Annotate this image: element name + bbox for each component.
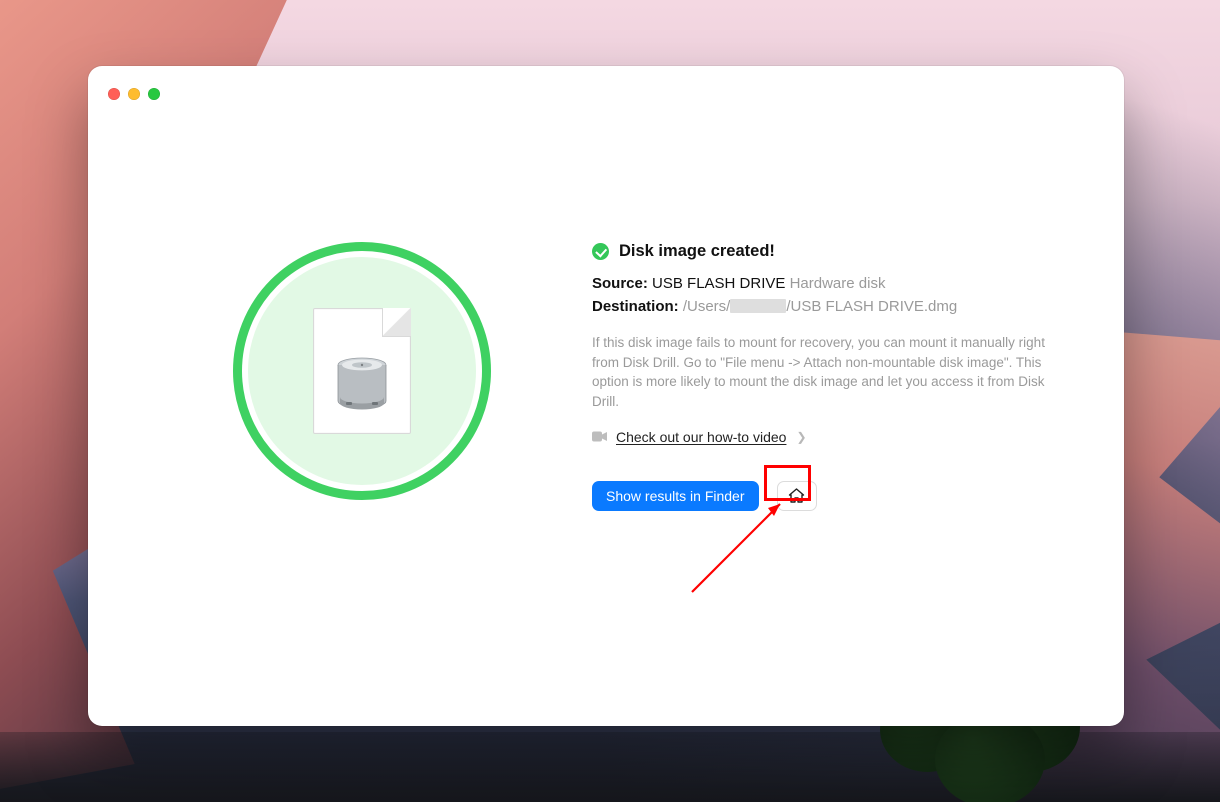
destination-path-prefix: /Users/: [683, 298, 731, 315]
status-title: Disk image created!: [619, 242, 775, 261]
video-camera-icon: [592, 429, 608, 445]
destination-row: Destination: /Users/ /USB FLASH DRIVE.dmg: [592, 298, 1064, 315]
hard-drive-icon: [336, 357, 388, 415]
disk-image-file-icon: [313, 308, 411, 434]
show-in-finder-button[interactable]: Show results in Finder: [592, 481, 759, 511]
howto-video-link[interactable]: Check out our how-to video: [616, 429, 786, 445]
help-text: If this disk image fails to mount for re…: [592, 333, 1062, 411]
destination-path-suffix: /USB FLASH DRIVE.dmg: [786, 298, 957, 315]
home-icon: [788, 488, 805, 504]
details-column: Disk image created! Source: USB FLASH DR…: [592, 242, 1064, 511]
home-button[interactable]: [777, 481, 817, 511]
window-zoom-button[interactable]: [148, 88, 160, 100]
action-row: Show results in Finder: [592, 481, 1064, 511]
source-label: Source:: [592, 275, 648, 292]
chevron-right-icon: ❯: [796, 430, 806, 444]
status-heading: Disk image created!: [592, 242, 1064, 261]
success-ring-fill: [248, 257, 476, 485]
redacted-username: [730, 299, 786, 313]
content-area: Disk image created! Source: USB FLASH DR…: [88, 242, 1124, 511]
window-minimize-button[interactable]: [128, 88, 140, 100]
app-window: Disk image created! Source: USB FLASH DR…: [88, 66, 1124, 726]
source-value: USB FLASH DRIVE: [652, 275, 785, 292]
howto-video-row: Check out our how-to video ❯: [592, 429, 1064, 445]
desktop-wallpaper: Disk image created! Source: USB FLASH DR…: [0, 0, 1220, 802]
destination-label: Destination:: [592, 298, 679, 315]
checkmark-icon: [592, 243, 609, 260]
illustration-column: [132, 242, 592, 511]
window-close-button[interactable]: [108, 88, 120, 100]
source-type: Hardware disk: [790, 275, 886, 292]
source-row: Source: USB FLASH DRIVE Hardware disk: [592, 275, 1064, 292]
success-ring: [233, 242, 491, 500]
window-controls: [108, 88, 160, 100]
